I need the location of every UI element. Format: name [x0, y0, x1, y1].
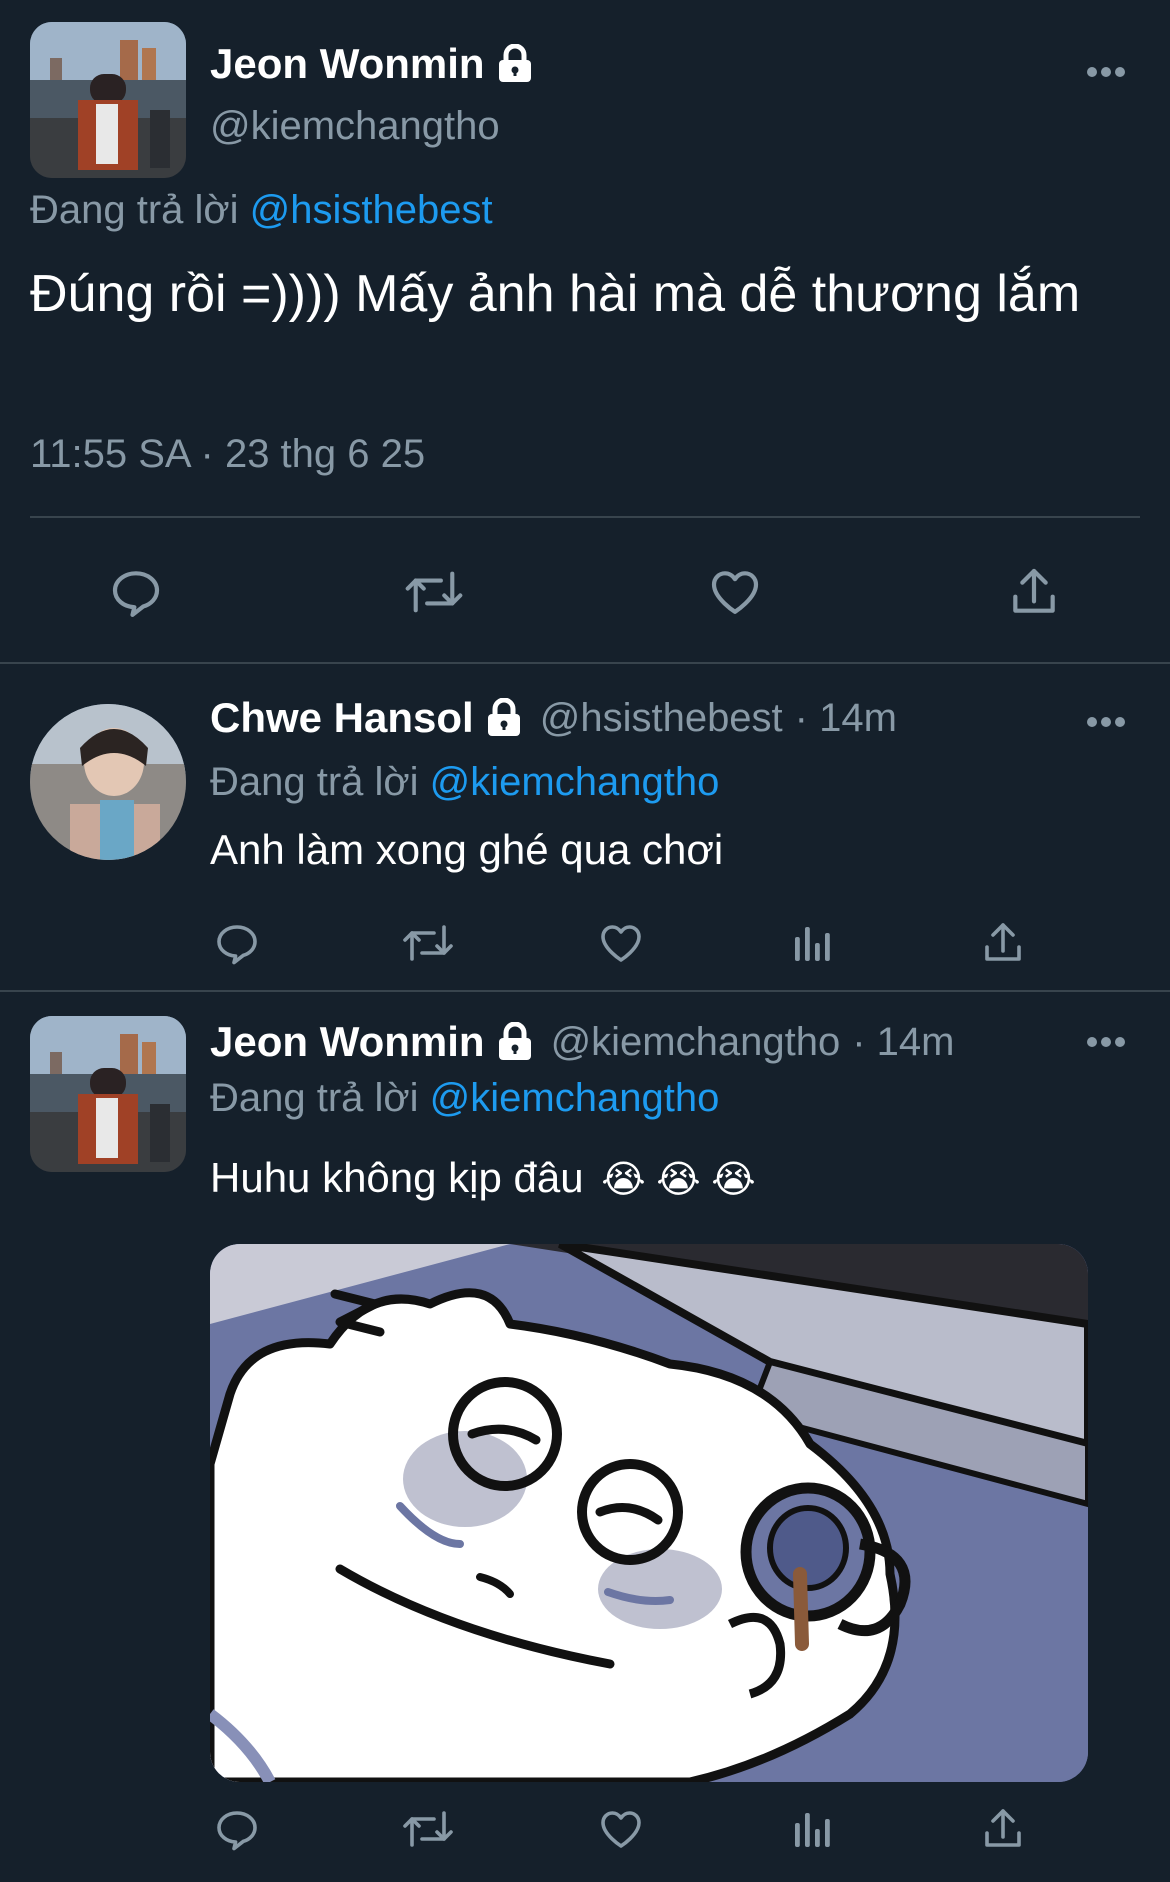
- reply-tweet[interactable]: Chwe Hansol @hsisthebest · 14m Đang trả …: [0, 664, 1170, 990]
- reply-prefix: Đang trả lời: [210, 760, 419, 804]
- avatar[interactable]: [30, 22, 186, 178]
- analytics-icon[interactable]: [786, 1802, 840, 1856]
- sleepy-cat-coffee-illustration: [210, 1244, 1088, 1782]
- tweet-text: Huhu không kịp đâu: [210, 1154, 584, 1201]
- like-icon[interactable]: [594, 1802, 648, 1856]
- lock-icon: [495, 44, 535, 84]
- tweet-text: Đúng rồi =)))) Mấy ảnh hài mà dễ thương …: [30, 265, 1081, 323]
- retweet-icon[interactable]: [398, 1802, 458, 1856]
- like-icon[interactable]: [594, 916, 648, 970]
- author-name[interactable]: Jeon Wonmin: [210, 1018, 485, 1066]
- author-handle[interactable]: @kiemchangtho: [551, 1020, 841, 1065]
- avatar[interactable]: [30, 1016, 186, 1172]
- reply-tweet[interactable]: Jeon Wonmin @kiemchangtho · 14m Đang trả…: [0, 992, 1170, 1882]
- analytics-icon[interactable]: [786, 916, 840, 970]
- more-options-icon[interactable]: [1080, 702, 1132, 742]
- avatar[interactable]: [30, 704, 186, 860]
- tweet-text-row: Huhu không kịp đâu 😭 😭 😭: [210, 1154, 756, 1202]
- reply-to-link[interactable]: @kiemchangtho: [430, 1076, 720, 1120]
- author-name[interactable]: Chwe Hansol: [210, 694, 474, 742]
- divider: [30, 516, 1140, 518]
- retweet-icon[interactable]: [398, 916, 458, 970]
- more-options-icon[interactable]: [1080, 1022, 1132, 1062]
- more-options-icon[interactable]: [1080, 50, 1132, 94]
- reply-to-link[interactable]: @kiemchangtho: [430, 760, 720, 804]
- reply-icon[interactable]: [210, 916, 264, 970]
- author-name[interactable]: Jeon Wonmin: [210, 40, 485, 88]
- share-icon[interactable]: [976, 916, 1030, 970]
- reply-prefix: Đang trả lời: [210, 1076, 419, 1120]
- tweet-time[interactable]: · 14m: [795, 696, 897, 741]
- tweet-time[interactable]: · 14m: [852, 1020, 954, 1065]
- timestamp: 11:55 SA · 23 thg 6 25: [30, 432, 426, 476]
- author-handle[interactable]: @kiemchangtho: [210, 104, 500, 149]
- reply-prefix: Đang trả lời: [30, 188, 239, 232]
- reply-context: Đang trả lời @hsisthebest: [30, 188, 493, 233]
- retweet-icon[interactable]: [402, 560, 466, 624]
- share-icon[interactable]: [1002, 560, 1066, 624]
- lock-icon: [495, 1022, 535, 1062]
- attached-image[interactable]: [210, 1244, 1088, 1782]
- reply-context: Đang trả lời @kiemchangtho: [210, 1076, 719, 1121]
- reply-context: Đang trả lời @kiemchangtho: [210, 760, 719, 805]
- reply-to-link[interactable]: @hsisthebest: [250, 188, 493, 232]
- main-tweet: Jeon Wonmin @kiemchangtho Đang trả lời @…: [0, 0, 1170, 662]
- reply-icon[interactable]: [210, 1802, 264, 1856]
- lock-icon: [484, 698, 524, 738]
- crying-emoji: 😭 😭 😭: [601, 1159, 756, 1201]
- like-icon[interactable]: [703, 560, 767, 624]
- reply-icon[interactable]: [104, 560, 168, 624]
- share-icon[interactable]: [976, 1802, 1030, 1856]
- tweet-text: Anh làm xong ghé qua chơi: [210, 826, 724, 873]
- author-handle[interactable]: @hsisthebest: [540, 696, 783, 741]
